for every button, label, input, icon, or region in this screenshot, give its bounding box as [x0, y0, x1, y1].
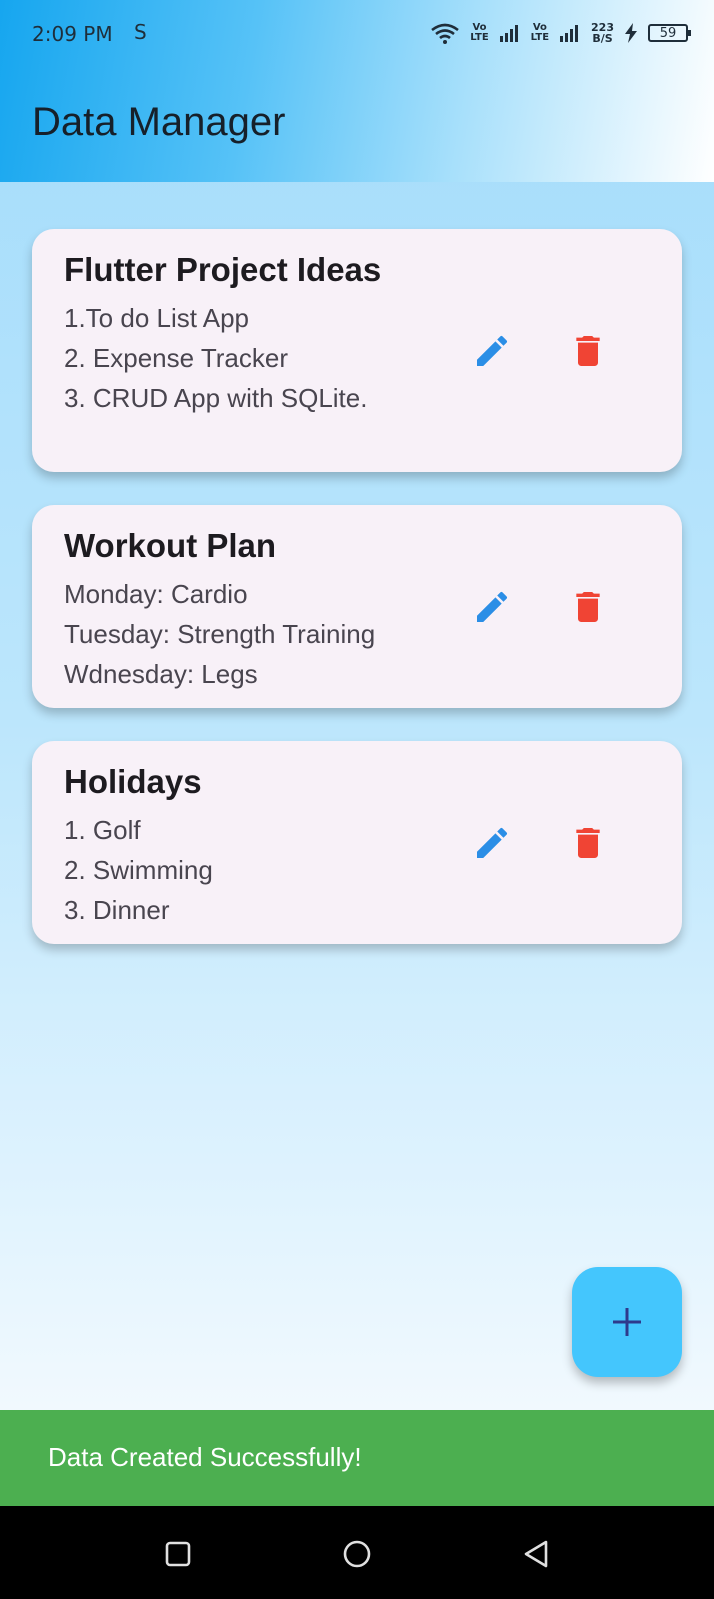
battery-icon: 59: [648, 24, 691, 42]
volte-icon: Vo LTE: [470, 23, 488, 43]
note-card[interactable]: Flutter Project Ideas 1.To do List App 2…: [32, 229, 682, 472]
signal-icon: [560, 25, 579, 42]
edit-button[interactable]: [464, 815, 520, 871]
charging-icon: [625, 23, 637, 43]
note-line: 3. Dinner: [64, 895, 170, 925]
delete-icon: [576, 592, 600, 622]
delete-button[interactable]: [560, 323, 616, 379]
app-header: 2:09 PM S Vo LTE Vo LTE 223 B/S 59 Data …: [0, 0, 714, 182]
edit-button[interactable]: [464, 579, 520, 635]
note-line: Monday: Cardio: [64, 579, 248, 609]
wifi-icon: [431, 23, 460, 44]
recent-apps-button[interactable]: [160, 1536, 196, 1572]
speed-unit: B/S: [592, 32, 613, 45]
volte-icon: Vo LTE: [531, 23, 549, 43]
network-speed: 223 B/S: [591, 22, 614, 44]
square-icon: [165, 1541, 191, 1567]
edit-icon: [477, 827, 508, 858]
snackbar-message: Data Created Successfully!: [48, 1442, 362, 1472]
note-line: Wdnesday: Legs: [64, 659, 258, 689]
add-button[interactable]: [572, 1267, 682, 1377]
system-nav-bar: [0, 1506, 714, 1599]
volte-bottom: LTE: [470, 32, 489, 43]
delete-icon: [576, 336, 600, 366]
add-icon: [613, 1308, 641, 1336]
snackbar: Data Created Successfully!: [0, 1410, 714, 1506]
home-button[interactable]: [339, 1536, 375, 1572]
delete-button[interactable]: [560, 579, 616, 635]
note-line: 2. Swimming: [64, 855, 213, 885]
status-time: 2:09 PM: [32, 22, 113, 46]
circle-icon: [343, 1540, 371, 1568]
page-title: Data Manager: [32, 100, 286, 144]
signal-icon: [499, 25, 518, 42]
note-title: Holidays: [64, 763, 202, 800]
app-notification-icon: S: [134, 20, 147, 44]
note-title: Workout Plan: [64, 527, 277, 564]
note-card[interactable]: Workout Plan Monday: Cardio Tuesday: Str…: [32, 505, 682, 708]
note-line: 1.To do List App: [64, 303, 250, 333]
back-button[interactable]: [518, 1536, 554, 1572]
volte-bottom: LTE: [530, 32, 550, 43]
status-bar: 2:09 PM S Vo LTE Vo LTE 223 B/S 59: [0, 0, 714, 72]
note-line: 3. CRUD App with SQLite.: [64, 383, 368, 413]
back-triangle-icon: [524, 1540, 548, 1568]
delete-icon: [576, 828, 600, 858]
note-card[interactable]: Holidays 1. Golf 2. Swimming 3. Dinner: [32, 741, 682, 944]
note-line: 2. Expense Tracker: [64, 343, 288, 373]
edit-button[interactable]: [464, 323, 520, 379]
edit-icon: [477, 335, 508, 366]
edit-icon: [477, 591, 508, 622]
status-icons: Vo LTE Vo LTE 223 B/S 59: [430, 22, 691, 44]
note-title: Flutter Project Ideas: [64, 251, 382, 288]
note-line: 1. Golf: [64, 815, 141, 845]
note-line: Tuesday: Strength Training: [64, 619, 376, 649]
delete-button[interactable]: [560, 815, 616, 871]
